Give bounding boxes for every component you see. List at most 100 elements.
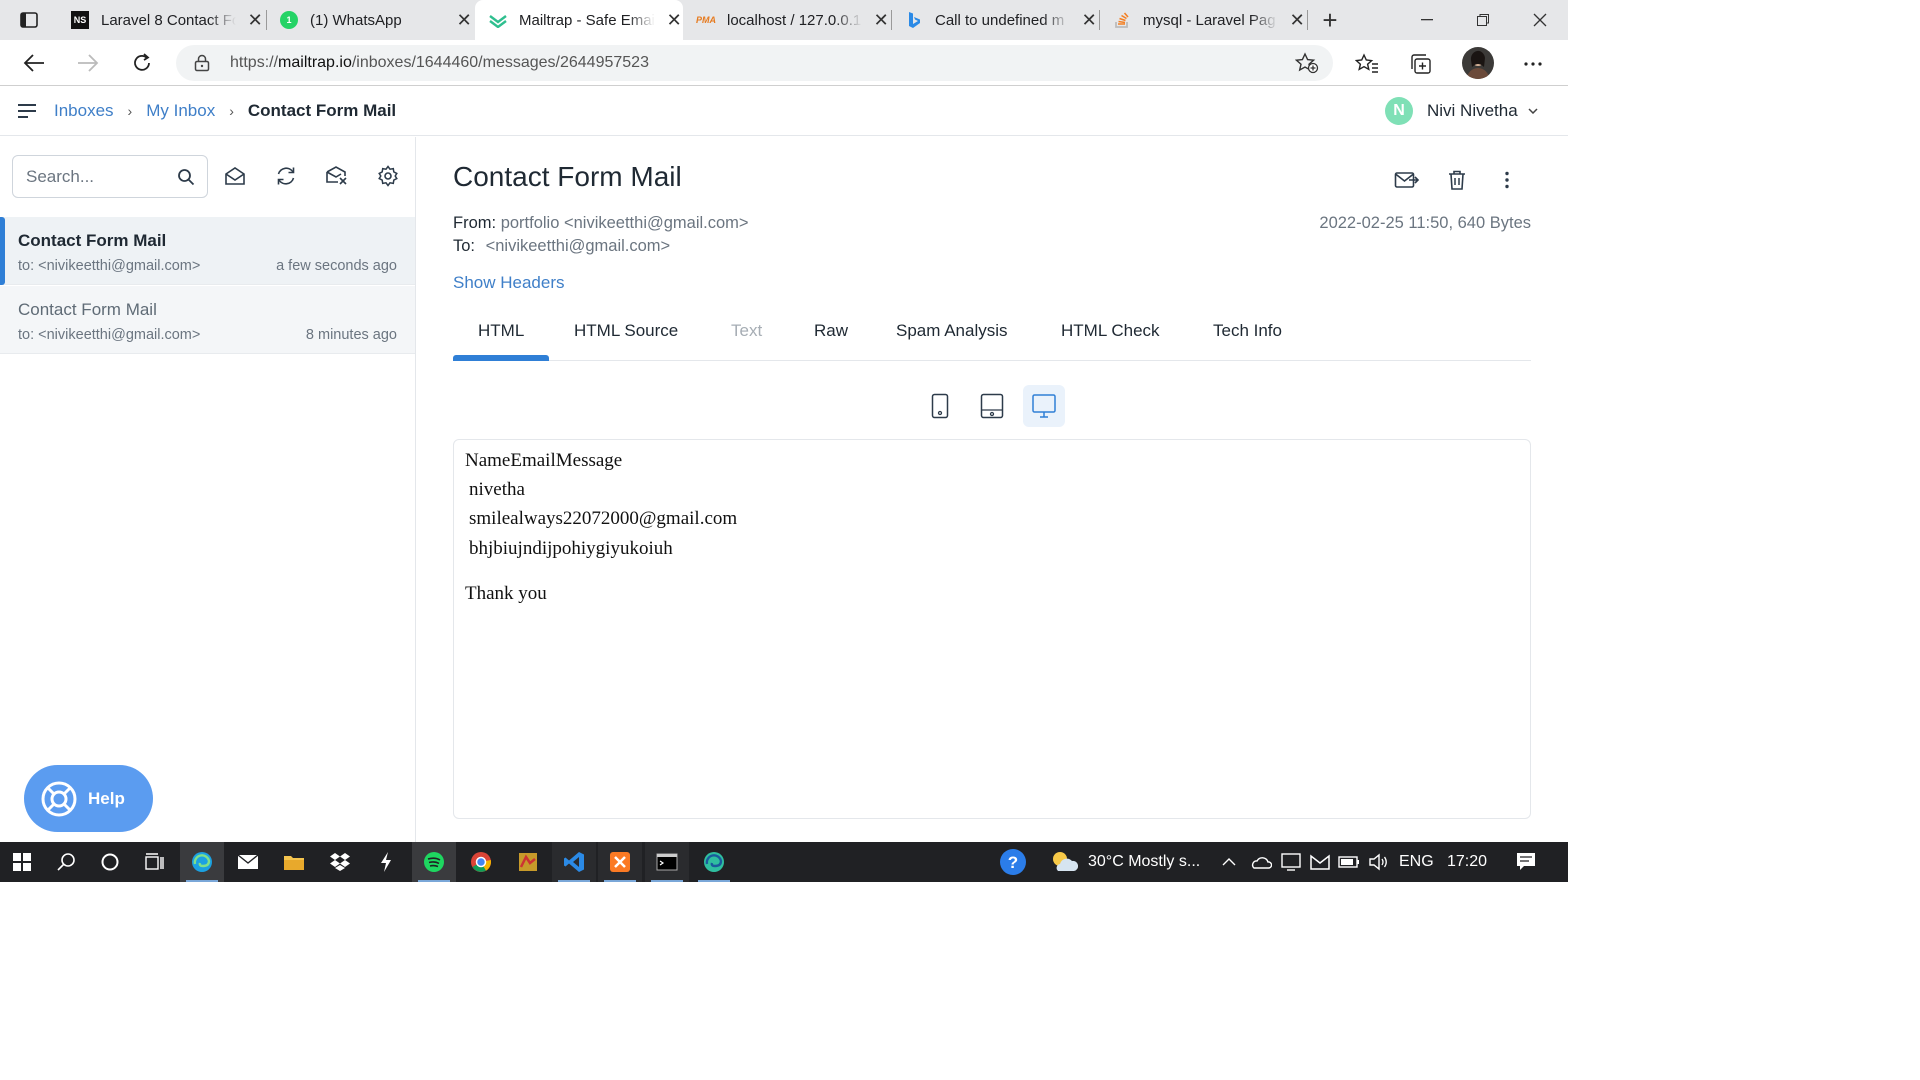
user-menu[interactable]: N Nivi Nivetha [1385, 97, 1538, 125]
tab-actions-icon[interactable] [14, 8, 44, 32]
spotify-icon[interactable] [412, 842, 456, 882]
user-name: Nivi Nivetha [1427, 101, 1518, 120]
cortana-icon[interactable] [88, 842, 132, 882]
search-input[interactable] [26, 166, 176, 187]
terminal-icon[interactable] [645, 842, 689, 882]
game-app-icon[interactable] [506, 842, 550, 882]
more-menu-icon[interactable] [1519, 50, 1547, 78]
email-body-line: NameEmailMessage [465, 450, 623, 471]
message-list-item[interactable]: Contact Form Mail to: <nivikeetthi@gmail… [0, 286, 415, 354]
lifebuoy-icon [40, 780, 78, 818]
weather-widget[interactable]: 30°C Mostly s... [1050, 842, 1200, 882]
breadcrumb: Inboxes › My Inbox › Contact Form Mail [54, 101, 396, 121]
volume-icon[interactable] [1368, 842, 1388, 882]
search-icon[interactable] [44, 842, 88, 882]
forward-email-icon[interactable] [1394, 167, 1420, 193]
restore-icon[interactable] [1455, 0, 1511, 40]
chrome-icon[interactable] [459, 842, 503, 882]
browser-toolbar: https://mailtrap.io/inboxes/1644460/mess… [0, 40, 1568, 86]
browser-tab[interactable]: PMA localhost / 127.0.0.1 ✕ [683, 0, 890, 40]
browser-tab[interactable]: Call to undefined m ✕ [891, 0, 1098, 40]
email-body-line: smilealways22072000@gmail.com [469, 508, 738, 529]
close-window-icon[interactable] [1512, 0, 1568, 40]
browser-tab-label: Laravel 8 Contact Form [101, 11, 237, 29]
chevron-up-icon[interactable] [1222, 842, 1236, 882]
lightning-app-icon[interactable] [364, 842, 408, 882]
close-tab-icon[interactable]: ✕ [1080, 10, 1098, 31]
profile-avatar[interactable] [1462, 47, 1494, 79]
close-tab-icon[interactable]: ✕ [1288, 10, 1306, 31]
clock[interactable]: 17:20 [1447, 842, 1487, 882]
search-icon[interactable] [177, 168, 195, 186]
vscode-icon[interactable] [552, 842, 596, 882]
weather-text: 30°C Mostly s... [1088, 853, 1201, 870]
mobile-view-icon[interactable] [919, 385, 961, 427]
tab-html-check[interactable]: HTML Check [1061, 321, 1160, 341]
settings-gear-icon[interactable] [375, 163, 401, 189]
back-icon[interactable] [19, 48, 49, 78]
hamburger-menu-icon[interactable] [17, 103, 37, 119]
minimize-icon[interactable] [1399, 0, 1455, 40]
svg-text:?: ? [1008, 853, 1018, 872]
tab-spam-analysis[interactable]: Spam Analysis [896, 321, 1008, 341]
tab-raw[interactable]: Raw [814, 321, 848, 341]
message-recipient: to: <nivikeetthi@gmail.com> [18, 327, 201, 343]
tab-html[interactable]: HTML [478, 321, 524, 341]
task-view-icon[interactable] [132, 842, 176, 882]
clear-inbox-icon[interactable] [324, 163, 350, 189]
show-headers-link[interactable]: Show Headers [453, 273, 565, 293]
forward-icon[interactable] [73, 48, 103, 78]
close-tab-icon[interactable]: ✕ [455, 10, 473, 31]
desktop-view-icon[interactable] [1023, 385, 1065, 427]
message-recipient: to: <nivikeetthi@gmail.com> [18, 258, 201, 274]
file-explorer-icon[interactable] [272, 842, 316, 882]
display-tray-icon[interactable] [1281, 842, 1301, 882]
stackoverflow-favicon-icon [1113, 11, 1131, 29]
browser-tab[interactable]: NS Laravel 8 Contact Form ✕ [57, 0, 264, 40]
windows-start-icon[interactable] [0, 842, 44, 882]
message-list-sidebar: Contact Form Mail to: <nivikeetthi@gmail… [0, 137, 416, 842]
from-line: From: portfolio <nivikeetthi@gmail.com> [453, 214, 749, 233]
help-tray-icon[interactable]: ? [998, 842, 1028, 882]
gmail-tray-icon[interactable] [1310, 842, 1330, 882]
xampp-icon[interactable] [598, 842, 642, 882]
more-actions-icon[interactable] [1494, 167, 1520, 193]
close-tab-icon[interactable]: ✕ [872, 10, 890, 31]
partly-sunny-icon [1050, 850, 1078, 874]
close-tab-icon[interactable]: ✕ [246, 10, 264, 31]
trash-icon[interactable] [1444, 167, 1470, 193]
url-text: https://mailtrap.io/inboxes/1644460/mess… [230, 54, 649, 71]
tablet-view-icon[interactable] [971, 385, 1013, 427]
add-favorite-icon[interactable] [1295, 52, 1319, 74]
browser-tab[interactable]: mysql - Laravel Pag ✕ [1099, 0, 1306, 40]
refresh-icon[interactable] [127, 48, 157, 78]
notifications-icon[interactable] [1516, 842, 1536, 882]
edge-taskbar-icon[interactable] [180, 842, 224, 882]
dropbox-icon[interactable] [318, 842, 362, 882]
breadcrumb-my-inbox[interactable]: My Inbox [146, 101, 215, 121]
help-button[interactable]: Help [24, 765, 153, 832]
browser-tab-active[interactable]: Mailtrap - Safe Email ✕ [475, 0, 683, 40]
collections-icon[interactable] [1407, 50, 1435, 78]
edge-dev-icon[interactable] [692, 842, 736, 882]
message-list-item-selected[interactable]: Contact Form Mail to: <nivikeetthi@gmail… [0, 217, 415, 285]
breadcrumb-inboxes[interactable]: Inboxes [54, 101, 114, 121]
address-bar[interactable]: https://mailtrap.io/inboxes/1644460/mess… [176, 45, 1333, 81]
close-tab-icon[interactable]: ✕ [665, 10, 683, 31]
refresh-messages-icon[interactable] [273, 163, 299, 189]
lock-icon[interactable] [194, 54, 212, 72]
browser-tab[interactable]: 1 (1) WhatsApp ✕ [266, 0, 473, 40]
bing-favicon-icon [905, 11, 923, 29]
onedrive-icon[interactable] [1250, 842, 1272, 882]
browser-tab-label: Call to undefined m [935, 11, 1065, 29]
tab-tech-info[interactable]: Tech Info [1213, 321, 1282, 341]
battery-icon[interactable] [1338, 842, 1360, 882]
mail-taskbar-icon[interactable] [226, 842, 270, 882]
favorites-icon[interactable] [1353, 50, 1381, 78]
ns-favicon-icon: NS [71, 11, 89, 29]
tab-html-source[interactable]: HTML Source [574, 321, 678, 341]
new-tab-button[interactable]: + [1316, 6, 1344, 34]
chevron-right-icon: › [229, 103, 234, 119]
language-indicator[interactable]: ENG [1399, 842, 1434, 882]
mark-read-icon[interactable] [222, 163, 248, 189]
